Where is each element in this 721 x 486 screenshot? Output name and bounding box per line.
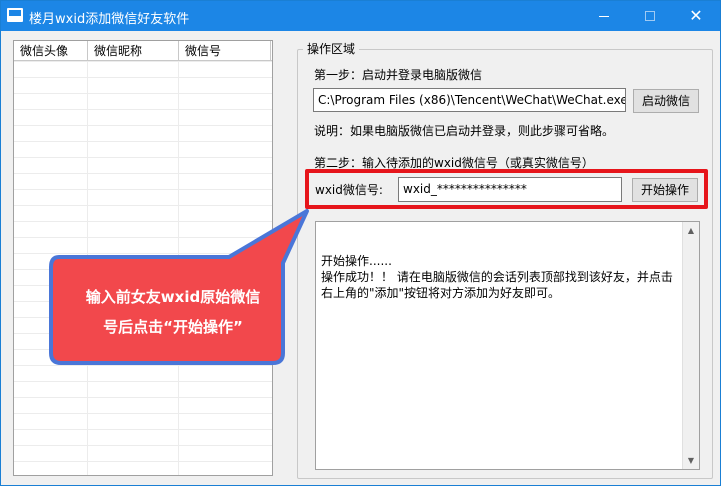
title-bar[interactable]: 楼月wxid添加微信好友软件 ✕	[1, 1, 720, 31]
start-operation-button[interactable]: 开始操作	[632, 178, 698, 202]
scroll-down-icon[interactable]: ▼	[683, 452, 699, 469]
column-wechat-id[interactable]: 微信号	[179, 41, 271, 61]
launch-wechat-button[interactable]: 启动微信	[633, 89, 699, 113]
wechat-path-input[interactable]: C:\Program Files (x86)\Tencent\WeChat\We…	[313, 88, 626, 112]
close-button[interactable]: ✕	[673, 1, 719, 31]
window-title: 楼月wxid添加微信好友软件	[29, 12, 190, 27]
callout-line-2: 号后点击“开始操作”	[103, 318, 243, 336]
close-icon: ✕	[689, 6, 703, 25]
callout-text: 输入前女友wxid原始微信 号后点击“开始操作”	[61, 282, 285, 342]
maximize-button[interactable]	[627, 1, 673, 31]
log-text: 开始操作...... 操作成功！！ 请在电脑版微信的会话列表顶部找到该好友，并点…	[321, 254, 673, 300]
friend-list-body[interactable]	[14, 61, 272, 475]
callout-line-1: 输入前女友wxid原始微信	[85, 288, 261, 306]
scroll-up-icon[interactable]: ▲	[683, 222, 699, 239]
minimize-icon	[599, 15, 609, 17]
log-scrollbar[interactable]: ▲ ▼	[682, 222, 699, 469]
friend-list-header: 微信头像 微信昵称 微信号	[14, 41, 272, 61]
wxid-label: wxid微信号:	[315, 183, 383, 197]
app-window: 楼月wxid添加微信好友软件 ✕ 微信头像 微信昵称 微信号 操作区域 第一步：…	[0, 0, 721, 486]
app-icon	[7, 8, 23, 22]
wxid-input[interactable]: wxid_***************	[398, 177, 622, 202]
column-avatar[interactable]: 微信头像	[14, 41, 88, 61]
step1-label: 第一步：启动并登录电脑版微信	[314, 68, 483, 82]
maximize-icon	[645, 11, 655, 21]
note-label: 说明：如果电脑版微信已启动并登录，则此步骤可省略。	[314, 124, 615, 138]
column-nickname[interactable]: 微信昵称	[88, 41, 179, 61]
friend-list[interactable]: 微信头像 微信昵称 微信号	[13, 40, 273, 476]
minimize-button[interactable]	[581, 1, 627, 31]
log-output[interactable]: 开始操作...... 操作成功！！ 请在电脑版微信的会话列表顶部找到该好友，并点…	[315, 221, 700, 470]
operation-group-legend: 操作区域	[303, 41, 360, 57]
